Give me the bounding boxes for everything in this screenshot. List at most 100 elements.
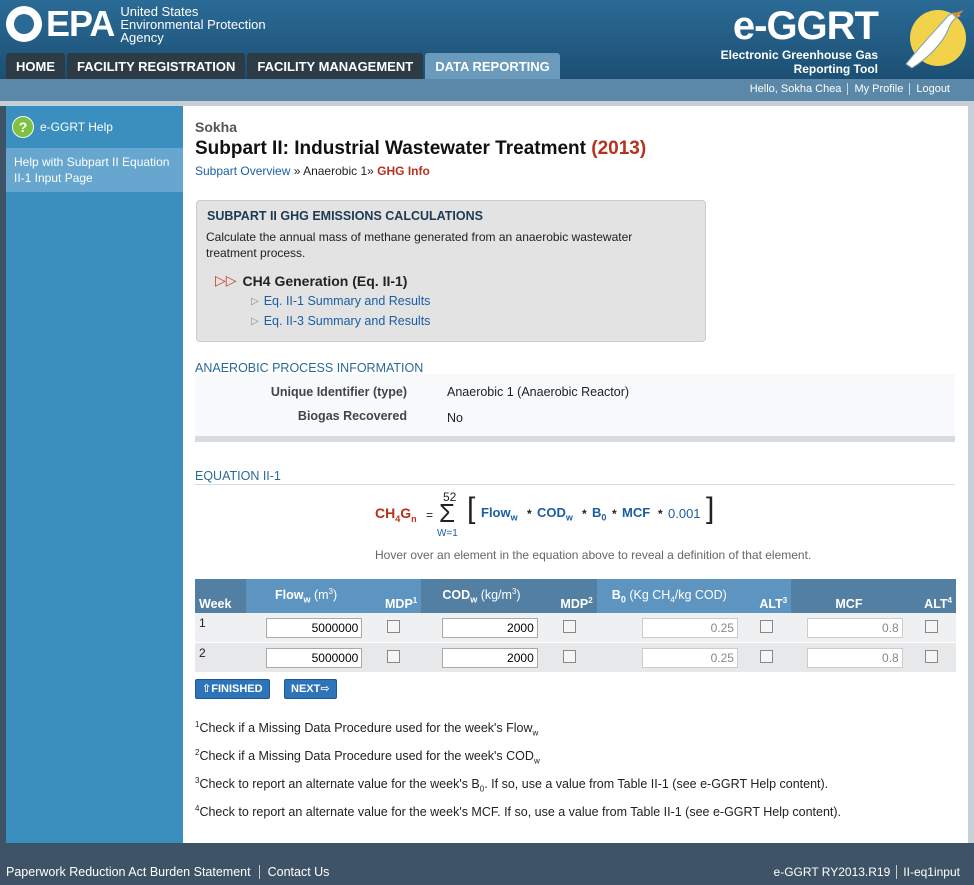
mdp1-checkbox[interactable]	[387, 619, 401, 633]
cod-input[interactable]	[441, 617, 538, 638]
main-nav: HOME FACILITY REGISTRATION FACILITY MANA…	[6, 53, 562, 79]
cod-input[interactable]	[441, 647, 538, 668]
footnote-4: 4Check to report an alternate value for …	[195, 804, 842, 820]
footnote-3: 3Check to report an alternate value for …	[195, 776, 829, 794]
calculations-description: Calculate the annual mass of methane gen…	[206, 230, 633, 260]
process-info-panel: Unique Identifier (type) Anaerobic 1 (An…	[195, 374, 955, 436]
version-label: e-GGRT RY2013.R19	[773, 865, 891, 879]
eggrt-subtitle-1: Electronic Greenhouse Gas	[720, 48, 878, 62]
col-flow: Floww (m3)	[245, 579, 367, 613]
mdp2-checkbox[interactable]	[562, 649, 576, 663]
eq-lhs[interactable]: CH4Gn	[375, 505, 417, 524]
table-row: 2	[195, 642, 956, 673]
help-icon: ?	[12, 116, 34, 138]
tab-home[interactable]: HOME	[6, 53, 65, 79]
equation-hint: Hover over an element in the equation ab…	[375, 548, 812, 562]
epa-agency-name: United States Environmental Protection A…	[120, 3, 266, 45]
breadcrumb: Subpart Overview » Anaerobic 1» GHG Info	[195, 164, 430, 178]
site-header: EPA United States Environmental Protecti…	[0, 0, 974, 79]
epa-wordmark: EPA	[46, 3, 115, 44]
site-footer: Paperwork Reduction Act Burden Statement…	[0, 855, 974, 885]
unique-identifier-value: Anaerobic 1 (Anaerobic Reactor)	[447, 385, 630, 399]
triangle-right-icon: ▷	[251, 315, 259, 327]
alt3-checkbox[interactable]	[760, 649, 774, 663]
eggrt-subtitle-2: Reporting Tool	[793, 62, 878, 76]
week-cell: 1	[195, 613, 246, 643]
main-content: Sokha Subpart II: Industrial Wastewater …	[183, 106, 968, 843]
mcf-input[interactable]	[806, 647, 903, 668]
sidebar: ? e-GGRT Help Help with Subpart II Equat…	[6, 106, 183, 843]
alt4-checkbox[interactable]	[924, 649, 938, 663]
eq-b0[interactable]: B0	[592, 505, 606, 523]
mdp1-checkbox[interactable]	[387, 649, 401, 663]
eggrt-logo: e-GGRT Electronic Greenhouse Gas Reporti…	[720, 4, 879, 76]
week-cell: 2	[195, 642, 246, 673]
tab-facility-management[interactable]: FACILITY MANAGEMENT	[247, 53, 424, 79]
footnote-1: 1Check if a Missing Data Procedure used …	[195, 720, 539, 738]
col-alt3: ALT3	[741, 579, 792, 613]
bird-logo-icon	[905, 10, 966, 69]
epa-logo[interactable]: EPA United States Environmental Protecti…	[6, 4, 266, 44]
user-greeting: Hello, Sokha Chea	[749, 83, 842, 95]
contact-us-link[interactable]: Contact Us	[258, 865, 338, 879]
calculations-box: SUBPART II GHG EMISSIONS CALCULATIONS Ca…	[196, 200, 706, 342]
eq-cod[interactable]: CODw	[537, 505, 573, 523]
eq-ii-1-summary-link[interactable]: ▷ Eq. II-1 Summary and Results	[251, 294, 430, 308]
finished-button[interactable]: ⇧FINISHED	[195, 679, 270, 699]
eq-sum-lower: W=1	[437, 528, 458, 539]
eggrt-title: e-GGRT	[732, 4, 879, 48]
eq-mcf[interactable]: MCF	[622, 505, 650, 520]
sidebar-help-header[interactable]: ? e-GGRT Help	[6, 106, 183, 148]
page-id-label: II-eq1input	[896, 865, 966, 879]
user-bar: Hello, Sokha Chea My Profile Logout	[0, 79, 974, 101]
col-mcf: MCF	[791, 579, 907, 613]
paperwork-reduction-link[interactable]: Paperwork Reduction Act Burden Statement	[6, 865, 259, 879]
col-mdp1: MDP1	[366, 579, 422, 613]
equation-heading: EQUATION II-1	[195, 469, 955, 485]
flow-input[interactable]	[266, 617, 363, 638]
eq-flow[interactable]: Floww	[481, 505, 518, 523]
flow-input[interactable]	[266, 647, 363, 668]
b0-input[interactable]	[641, 647, 738, 668]
biogas-recovered-label: Biogas Recovered	[297, 409, 407, 423]
triangle-right-icon: ▷	[251, 295, 259, 307]
footnote-2: 2Check if a Missing Data Procedure used …	[195, 748, 540, 766]
mdp2-checkbox[interactable]	[562, 619, 576, 633]
col-b0: B0 (Kg CH4/kg COD)	[596, 579, 742, 613]
sidebar-help-label: e-GGRT Help	[40, 120, 113, 134]
table-row: 1	[195, 613, 956, 643]
eq-constant: 0.001	[668, 506, 701, 521]
col-week: Week	[195, 579, 246, 613]
section-divider	[195, 436, 955, 442]
reporting-year: (2013)	[591, 138, 647, 159]
sidebar-item-help-eq-ii-1[interactable]: Help with Subpart II Equation II-1 Input…	[6, 148, 183, 192]
right-border	[968, 106, 974, 843]
right-arrow-icon: ⇨	[320, 683, 330, 695]
my-profile-link[interactable]: My Profile	[847, 83, 909, 95]
breadcrumb-current: GHG Info	[377, 164, 430, 178]
page-title: Subpart II: Industrial Wastewater Treatm…	[195, 138, 647, 159]
double-arrow-right-icon: ▷▷	[215, 272, 237, 288]
breadcrumb-subpart-overview[interactable]: Subpart Overview	[195, 164, 290, 178]
epa-flower-icon	[6, 6, 42, 42]
col-alt4: ALT4	[906, 579, 956, 613]
ch4-generation-heading: ▷▷ CH4 Generation (Eq. II-1)	[215, 272, 408, 289]
tab-data-reporting[interactable]: DATA REPORTING	[425, 53, 560, 79]
col-cod: CODw (kg/m3)	[421, 579, 542, 613]
eq-ii-3-summary-link[interactable]: ▷ Eq. II-3 Summary and Results	[251, 314, 430, 328]
mcf-input[interactable]	[806, 617, 903, 638]
breadcrumb-unit: Anaerobic 1	[303, 164, 368, 178]
alt3-checkbox[interactable]	[760, 619, 774, 633]
up-arrow-icon: ⇧	[202, 683, 212, 695]
biogas-recovered-value: No	[447, 411, 463, 425]
alt4-checkbox[interactable]	[924, 619, 938, 633]
next-button[interactable]: NEXT⇨	[284, 679, 337, 699]
weekly-data-table: Week Floww (m3) MDP1 CODw (kg/m3) MDP2 B…	[195, 579, 956, 673]
logout-link[interactable]: Logout	[909, 83, 956, 95]
tab-facility-registration[interactable]: FACILITY REGISTRATION	[67, 53, 246, 79]
b0-input[interactable]	[641, 617, 738, 638]
sigma-icon: Σ	[439, 498, 456, 528]
facility-name: Sokha	[195, 119, 238, 135]
calculations-title: SUBPART II GHG EMISSIONS CALCULATIONS	[207, 209, 483, 223]
unique-identifier-label: Unique Identifier (type)	[270, 385, 407, 399]
